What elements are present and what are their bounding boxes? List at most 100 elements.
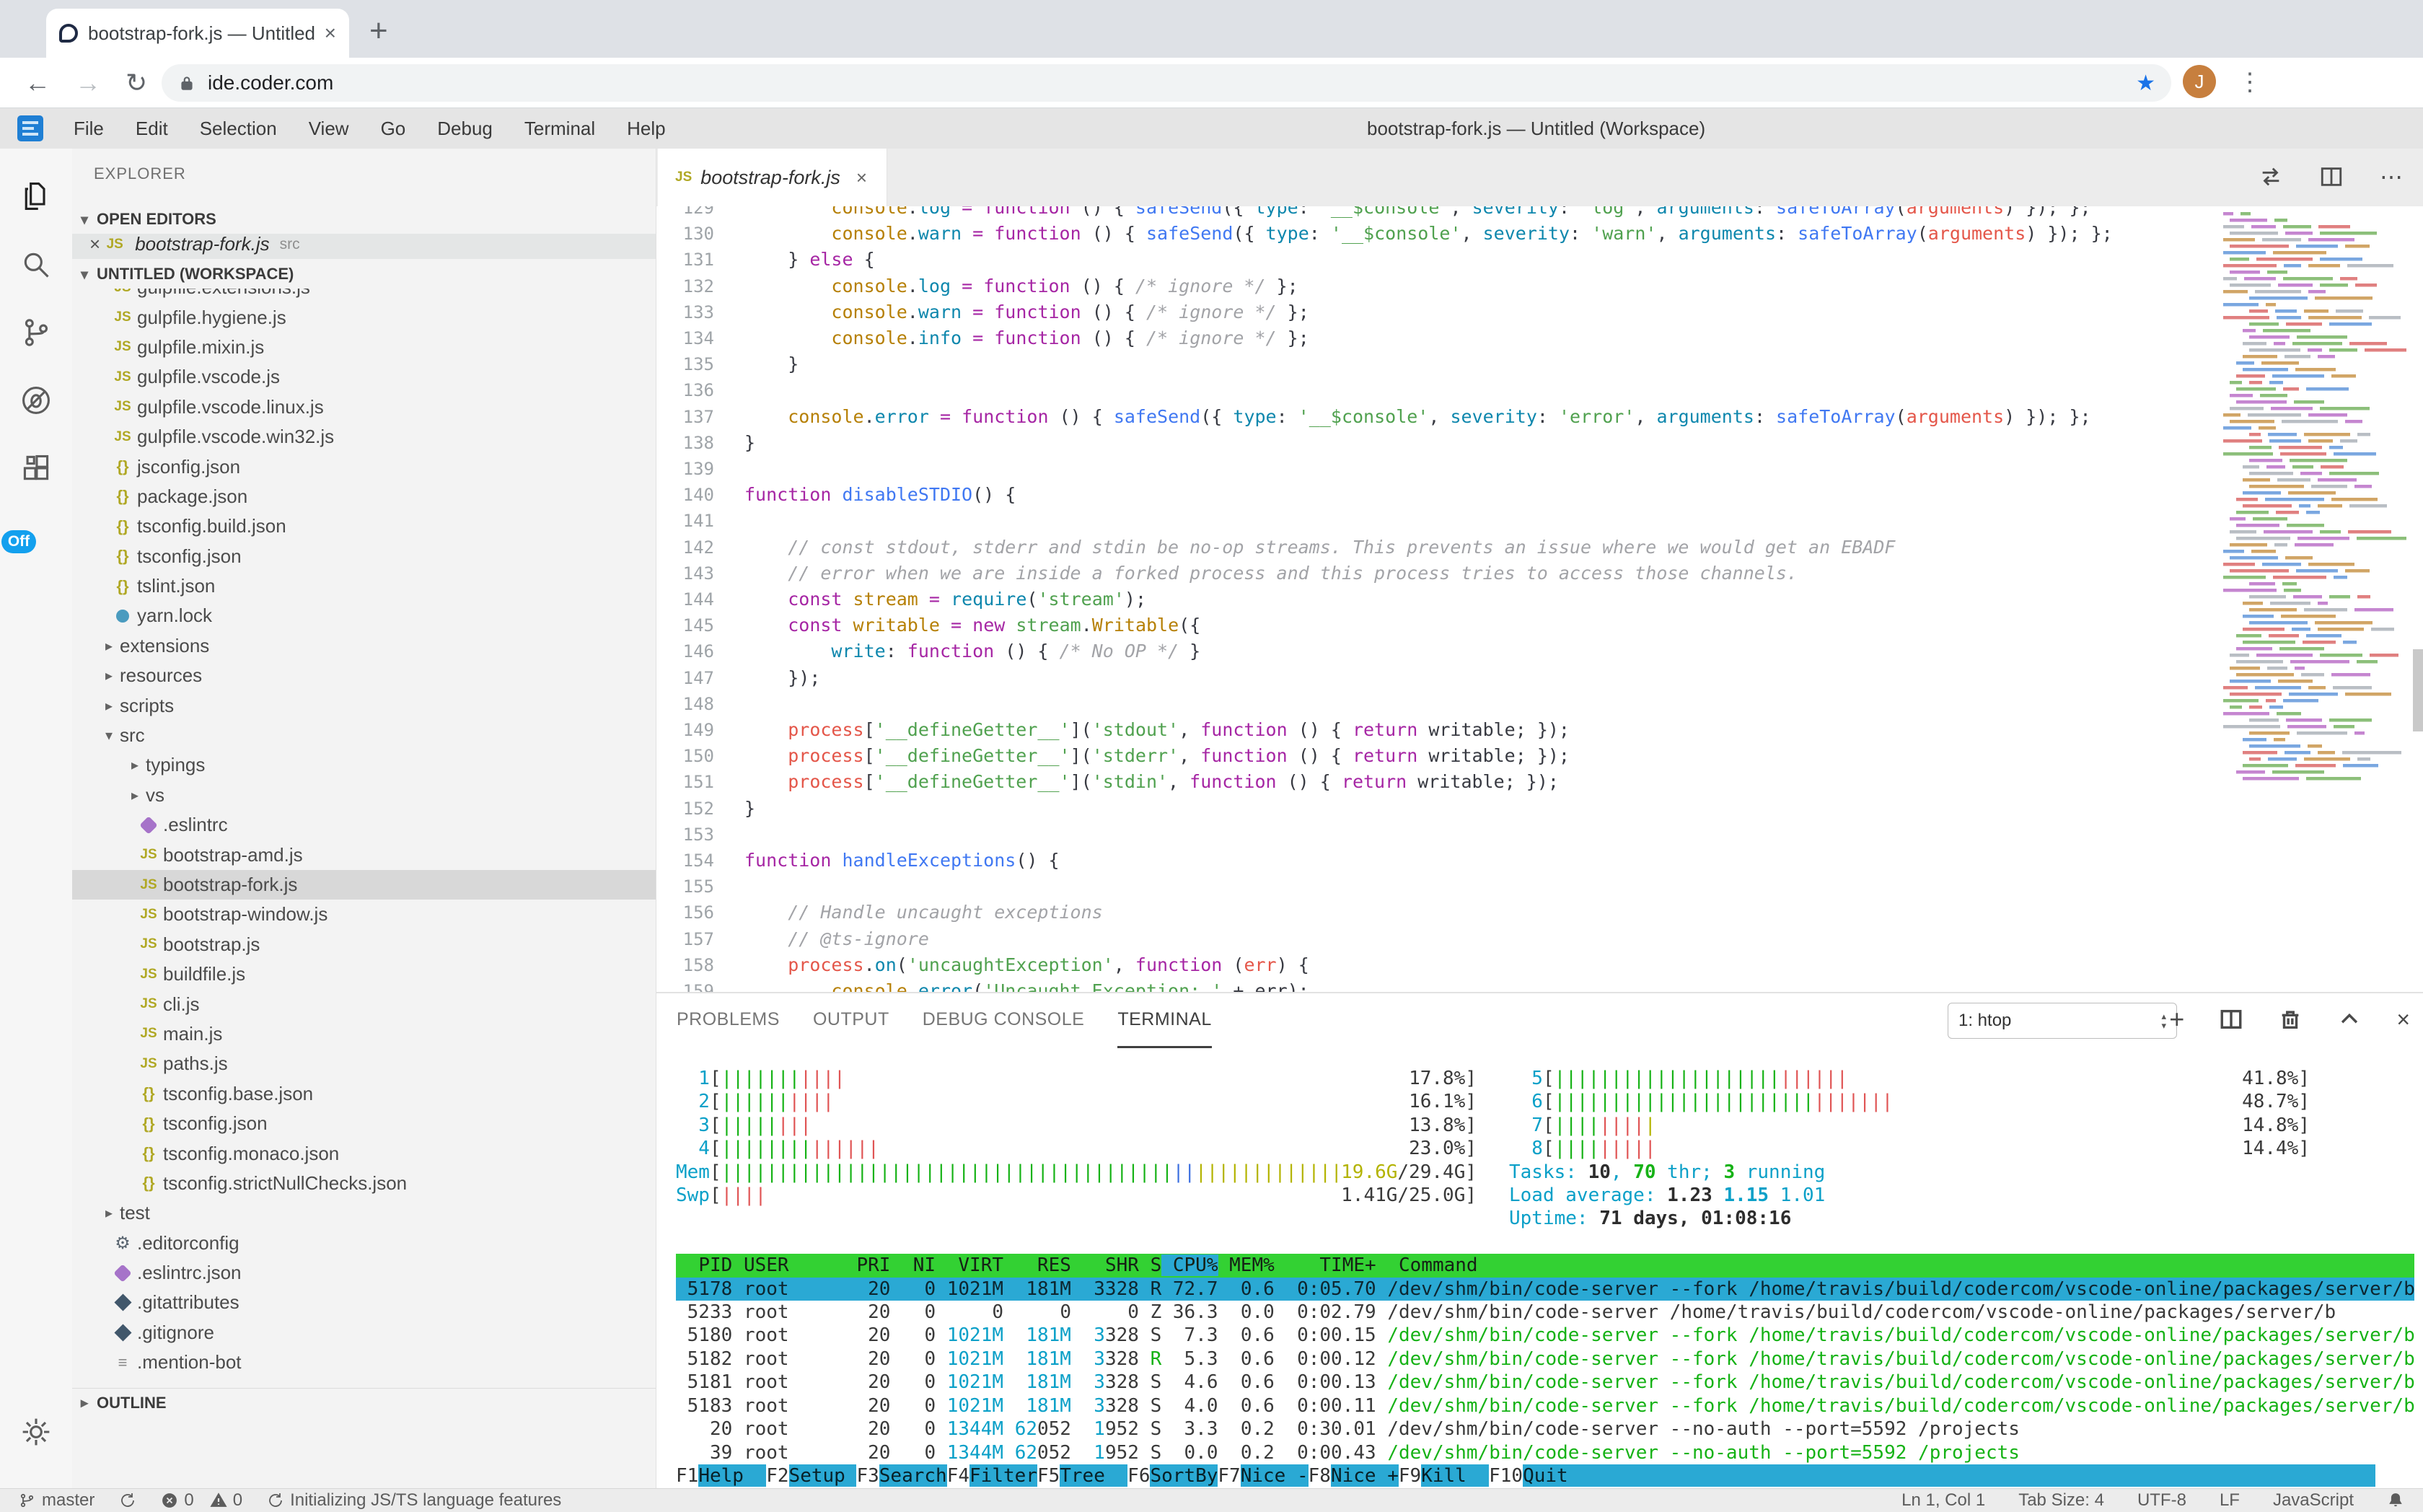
address-bar[interactable]: ide.coder.com ★ <box>162 64 2171 102</box>
fn-key-F2[interactable]: F2 <box>766 1464 788 1487</box>
collaboration-off-badge[interactable]: Off <box>1 530 36 553</box>
tree-item-bootstrap.js[interactable]: JSbootstrap.js <box>72 930 656 959</box>
close-icon[interactable]: × <box>856 167 867 189</box>
tree-item-tsconfig.json[interactable]: {}tsconfig.json <box>72 542 656 571</box>
menu-view[interactable]: View <box>309 118 349 140</box>
tree-item-gulpfile.vscode.linux.js[interactable]: JSgulpfile.vscode.linux.js <box>72 392 656 422</box>
menu-terminal[interactable]: Terminal <box>524 118 595 140</box>
tree-item-.gitignore[interactable]: .gitignore <box>72 1318 656 1348</box>
fn-key-F6[interactable]: F6 <box>1127 1464 1150 1487</box>
browser-tab[interactable]: bootstrap-fork.js — Untitled (W × <box>46 9 349 58</box>
editor-tab[interactable]: JS bootstrap-fork.js × <box>658 149 887 206</box>
fn-key-F8[interactable]: F8 <box>1309 1464 1331 1487</box>
tree-item-scripts[interactable]: ▸scripts <box>72 690 656 720</box>
tree-item-tsconfig.json[interactable]: {}tsconfig.json <box>72 1109 656 1138</box>
tree-item-tsconfig.build.json[interactable]: {}tsconfig.build.json <box>72 511 656 541</box>
menu-file[interactable]: File <box>74 118 104 140</box>
tree-item-.eslintrc[interactable]: .eslintrc <box>72 810 656 840</box>
tree-item-jsconfig.json[interactable]: {}jsconfig.json <box>72 452 656 481</box>
panel-tab-problems[interactable]: PROBLEMS <box>677 993 780 1048</box>
tree-item-typings[interactable]: ▸typings <box>72 750 656 780</box>
fn-key-F5[interactable]: F5 <box>1037 1464 1060 1487</box>
terminal-select[interactable]: 1: htop ▴▾ <box>1948 1003 2177 1039</box>
tree-item-tsconfig.base.json[interactable]: {}tsconfig.base.json <box>72 1079 656 1109</box>
encoding[interactable]: UTF-8 <box>2137 1490 2186 1511</box>
panel-tab-output[interactable]: OUTPUT <box>813 993 889 1048</box>
maximize-panel-icon[interactable] <box>2337 1007 2362 1032</box>
bookmark-star-icon[interactable]: ★ <box>2136 71 2155 96</box>
forward-icon[interactable]: → <box>75 68 101 98</box>
fn-key-F7[interactable]: F7 <box>1218 1464 1240 1487</box>
editor-scrollbar[interactable] <box>2413 649 2423 731</box>
close-panel-icon[interactable]: × <box>2396 1006 2410 1032</box>
notifications-bell-icon[interactable] <box>2387 1492 2404 1509</box>
tree-item-bootstrap-window.js[interactable]: JSbootstrap-window.js <box>72 900 656 929</box>
tree-item-tsconfig.strictNullChecks.json[interactable]: {}tsconfig.strictNullChecks.json <box>72 1169 656 1198</box>
open-editor-item[interactable]: × JS bootstrap-fork.js src <box>72 229 656 259</box>
htop-process-row-39[interactable]: 39 root 20 0 1344M 62052 1952 S 0.0 0.2 … <box>676 1441 2414 1464</box>
reload-icon[interactable]: ↻ <box>126 68 147 98</box>
new-tab-button[interactable]: + <box>369 13 388 49</box>
tree-item-gulpfile.hygiene.js[interactable]: JSgulpfile.hygiene.js <box>72 302 656 332</box>
git-branch-item[interactable]: master <box>19 1490 94 1511</box>
browser-avatar[interactable]: J <box>2183 65 2216 98</box>
menu-selection[interactable]: Selection <box>200 118 277 140</box>
menu-help[interactable]: Help <box>627 118 665 140</box>
new-terminal-icon[interactable]: + <box>2169 1006 2184 1032</box>
tree-item-yarn.lock[interactable]: yarn.lock <box>72 601 656 630</box>
tree-item-buildfile.js[interactable]: JSbuildfile.js <box>72 959 656 989</box>
indentation[interactable]: Tab Size: 4 <box>2018 1490 2104 1511</box>
htop-process-row-5178[interactable]: 5178 root 20 0 1021M 181M 3328 R 72.7 0.… <box>676 1278 2414 1301</box>
sync-icon[interactable] <box>119 1492 136 1509</box>
tree-item-main.js[interactable]: JSmain.js <box>72 1019 656 1049</box>
tree-item-tslint.json[interactable]: {}tslint.json <box>72 571 656 601</box>
tree-item-bootstrap-fork.js[interactable]: JSbootstrap-fork.js <box>72 870 656 900</box>
workspace-section[interactable]: ▾ UNTITLED (WORKSPACE) <box>72 260 656 289</box>
tree-item-package.json[interactable]: {}package.json <box>72 482 656 511</box>
language-mode[interactable]: JavaScript <box>2273 1490 2354 1511</box>
tree-item-.editorconfig[interactable]: ⚙.editorconfig <box>72 1228 656 1258</box>
htop-process-row-20[interactable]: 20 root 20 0 1344M 62052 1952 S 3.3 0.2 … <box>676 1418 2414 1441</box>
settings-gear-icon[interactable] <box>20 1416 52 1448</box>
tree-item-vs[interactable]: ▸vs <box>72 781 656 810</box>
tree-item-bootstrap-amd.js[interactable]: JSbootstrap-amd.js <box>72 840 656 869</box>
close-icon[interactable]: × <box>89 233 100 255</box>
htop-process-row-5182[interactable]: 5182 root 20 0 1021M 181M 3328 R 5.3 0.6… <box>676 1348 2414 1371</box>
more-actions-icon[interactable]: ⋯ <box>2380 163 2403 190</box>
fn-key-F10[interactable]: F10 <box>1489 1464 1523 1487</box>
tree-item-.mention-bot[interactable]: ≡.mention-bot <box>72 1348 656 1377</box>
extensions-icon[interactable] <box>20 452 52 484</box>
language-status-item[interactable]: Initializing JS/TS language features <box>267 1490 561 1511</box>
htop-process-row-5233[interactable]: 5233 root 20 0 0 0 0 Z 36.3 0.0 0:02.79 … <box>676 1301 2414 1324</box>
tree-item-test[interactable]: ▸test <box>72 1198 656 1228</box>
eol-sequence[interactable]: LF <box>2220 1490 2240 1511</box>
cursor-position[interactable]: Ln 1, Col 1 <box>1901 1490 1985 1511</box>
open-editors-section[interactable]: ▾ OPEN EDITORS <box>72 205 656 234</box>
fn-key-F4[interactable]: F4 <box>947 1464 969 1487</box>
split-editor-icon[interactable] <box>2319 164 2344 189</box>
fn-key-F9[interactable]: F9 <box>1399 1464 1421 1487</box>
tree-item-src[interactable]: ▾src <box>72 721 656 750</box>
tree-item-gulpfile.mixin.js[interactable]: JSgulpfile.mixin.js <box>72 333 656 362</box>
fn-key-F3[interactable]: F3 <box>856 1464 879 1487</box>
htop-process-row-5183[interactable]: 5183 root 20 0 1021M 181M 3328 S 4.0 0.6… <box>676 1394 2414 1418</box>
source-control-icon[interactable] <box>20 317 52 348</box>
htop-process-row-5180[interactable]: 5180 root 20 0 1021M 181M 3328 S 7.3 0.6… <box>676 1324 2414 1347</box>
menu-debug[interactable]: Debug <box>437 118 493 140</box>
back-icon[interactable]: ← <box>25 68 50 98</box>
tree-item-gulpfile.vscode.js[interactable]: JSgulpfile.vscode.js <box>72 362 656 392</box>
search-icon[interactable] <box>20 249 52 281</box>
tree-item-paths.js[interactable]: JSpaths.js <box>72 1049 656 1078</box>
debug-disabled-icon[interactable] <box>20 384 52 416</box>
outline-section[interactable]: ▸ OUTLINE <box>72 1388 656 1417</box>
split-terminal-icon[interactable] <box>2219 1007 2243 1032</box>
terminal[interactable]: 1[|||||||||||17.8%] 5[||||||||||||||||||… <box>676 1057 2414 1487</box>
tree-item-tsconfig.monaco.json[interactable]: {}tsconfig.monaco.json <box>72 1138 656 1168</box>
minimap[interactable] <box>2220 209 2409 786</box>
menu-go[interactable]: Go <box>381 118 406 140</box>
tree-item-.gitattributes[interactable]: .gitattributes <box>72 1288 656 1317</box>
panel-tab-terminal[interactable]: TERMINAL <box>1117 993 1211 1048</box>
kill-terminal-icon[interactable] <box>2278 1007 2303 1032</box>
problems-item[interactable]: 0 0 <box>161 1490 242 1511</box>
explorer-icon[interactable] <box>20 180 52 212</box>
